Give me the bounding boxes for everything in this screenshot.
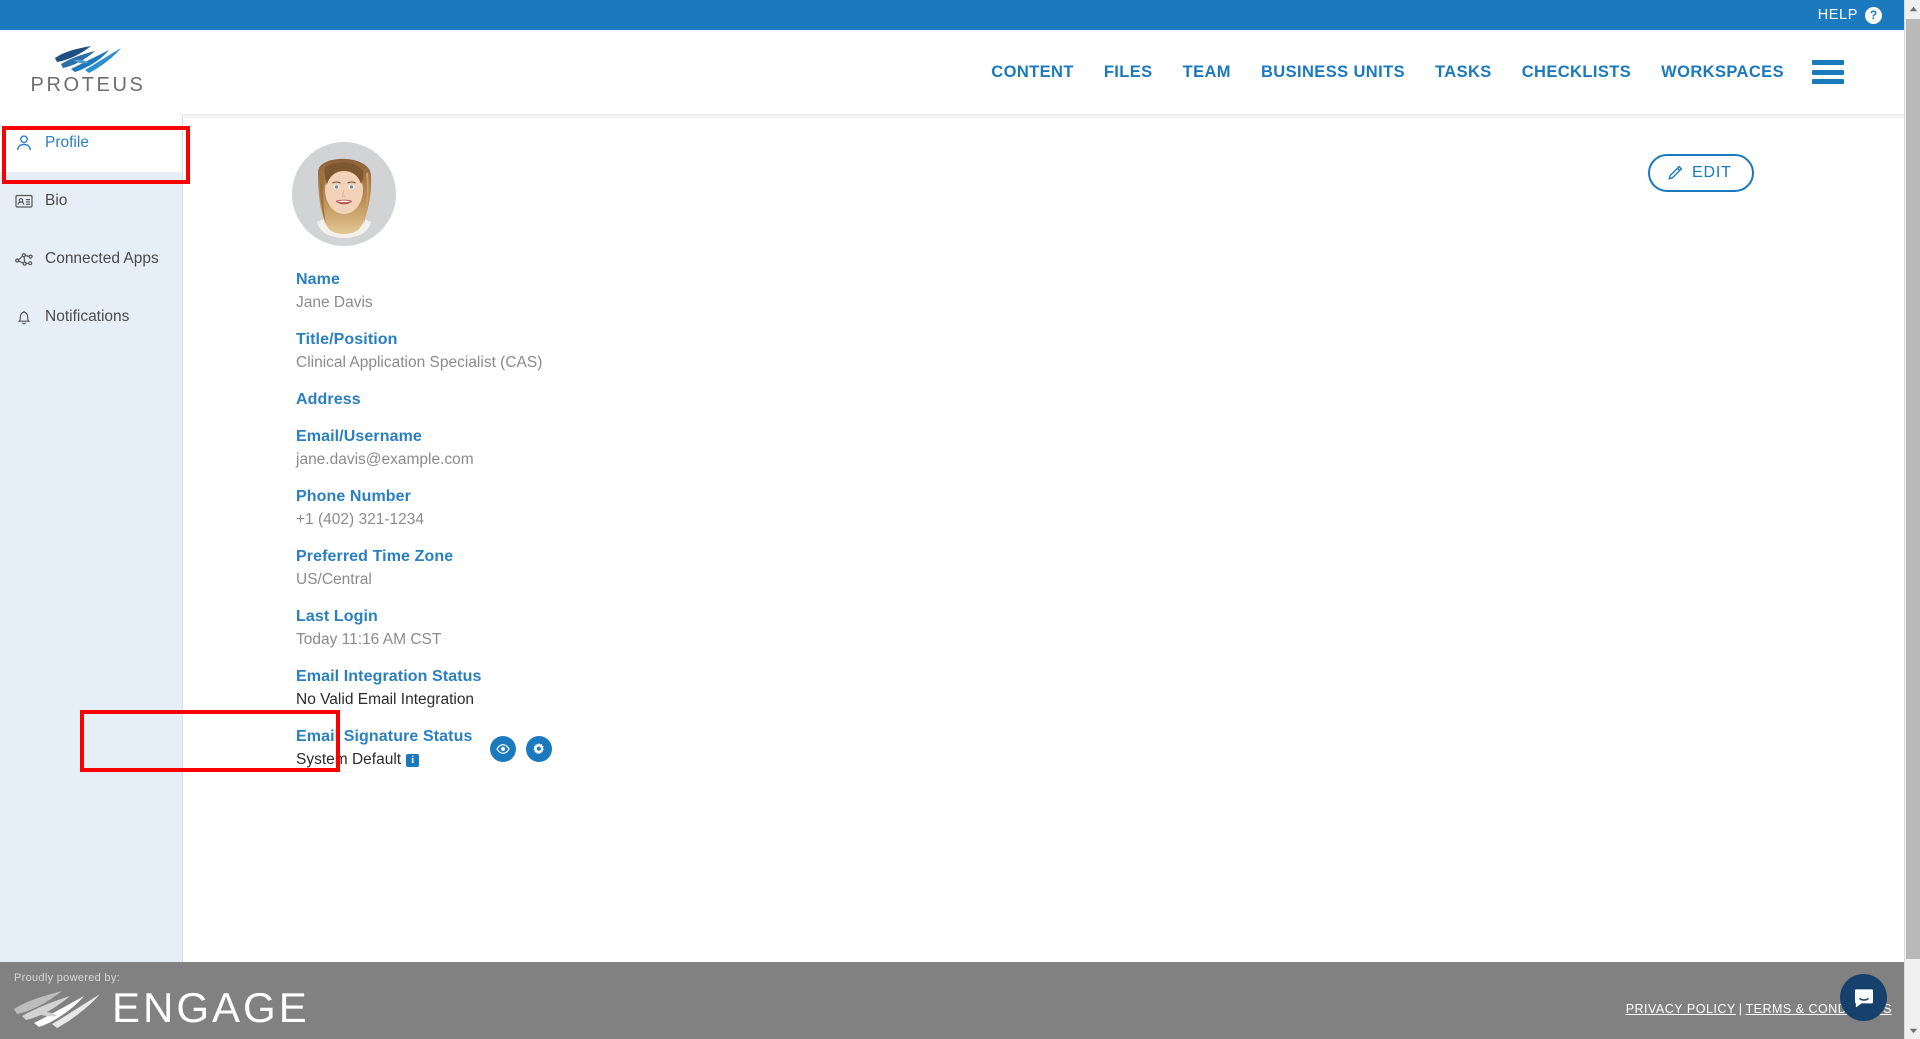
sidebar-item-label-connected-apps: Connected Apps xyxy=(45,250,159,268)
field-value: jane.davis@example.com xyxy=(296,449,996,470)
nav-item-files[interactable]: FILES xyxy=(1104,63,1153,82)
sidebar-item-label-notifications: Notifications xyxy=(45,308,129,326)
chat-bubble-icon xyxy=(1852,986,1876,1010)
gear-icon xyxy=(531,741,547,757)
nav-item-checklists[interactable]: CHECKLISTS xyxy=(1522,63,1631,82)
field-label: Title/Position xyxy=(296,329,996,350)
field-label: Preferred Time Zone xyxy=(296,546,996,567)
nav-item-content[interactable]: CONTENT xyxy=(991,63,1074,82)
engage-feather-logo xyxy=(8,985,104,1031)
field-phone-number: Phone Number +1 (402) 321-1234 xyxy=(296,486,996,530)
scroll-up-arrow-icon[interactable] xyxy=(1905,0,1920,17)
engage-logo: ENGAGE xyxy=(8,984,310,1032)
avatar[interactable] xyxy=(292,142,396,246)
field-value: +1 (402) 321-1234 xyxy=(296,509,996,530)
field-email-username: Email/Username jane.davis@example.com xyxy=(296,426,996,470)
help-label: HELP xyxy=(1818,7,1858,23)
field-preferred-time-zone: Preferred Time Zone US/Central xyxy=(296,546,996,590)
sidebar-item-label-bio: Bio xyxy=(45,192,67,210)
nav-item-business-units[interactable]: BUSINESS UNITS xyxy=(1261,63,1405,82)
field-label: Email/Username xyxy=(296,426,996,447)
scroll-down-arrow-icon[interactable] xyxy=(1905,1022,1920,1039)
field-value: No Valid Email Integration xyxy=(296,689,996,710)
field-value: US/Central xyxy=(296,569,996,590)
field-title-position: Title/Position Clinical Application Spec… xyxy=(296,329,996,373)
profile-photo xyxy=(292,142,396,246)
primary-navigation: CONTENT FILES TEAM BUSINESS UNITS TASKS … xyxy=(991,30,1784,114)
page-scrollbar[interactable] xyxy=(1904,0,1920,1039)
hamburger-menu-icon[interactable] xyxy=(1812,60,1844,84)
site-header: PROTEUS CONTENT FILES TEAM BUSINESS UNIT… xyxy=(0,30,1904,114)
sidebar-item-profile[interactable]: Profile xyxy=(0,114,182,172)
engage-wordmark: ENGAGE xyxy=(112,984,310,1032)
signature-value-row: System Default i xyxy=(296,749,472,770)
field-value: Clinical Application Specialist (CAS) xyxy=(296,352,996,373)
field-label: Address xyxy=(296,389,996,410)
eye-icon xyxy=(495,741,511,757)
question-mark-circle-icon: ? xyxy=(1865,7,1882,24)
user-icon xyxy=(14,133,34,153)
nav-item-team[interactable]: TEAM xyxy=(1183,63,1231,82)
settings-sidebar: Profile Bio xyxy=(0,114,183,962)
nav-item-tasks[interactable]: TASKS xyxy=(1435,63,1492,82)
field-last-login: Last Login Today 11:16 AM CST xyxy=(296,606,996,650)
brand-wordmark: PROTEUS xyxy=(31,74,146,97)
preview-signature-button[interactable] xyxy=(490,736,516,762)
id-card-icon xyxy=(14,191,34,211)
edit-button-label: EDIT xyxy=(1692,164,1732,182)
field-label: Name xyxy=(296,269,996,290)
network-nodes-icon xyxy=(14,249,34,269)
privacy-policy-link[interactable]: PRIVACY POLICY xyxy=(1626,1002,1736,1016)
scrollbar-thumb[interactable] xyxy=(1906,19,1920,959)
nav-item-workspaces[interactable]: WORKSPACES xyxy=(1661,63,1784,82)
sidebar-item-notifications[interactable]: Notifications xyxy=(0,288,182,346)
utility-top-bar: HELP ? xyxy=(0,0,1904,30)
field-name: Name Jane Davis xyxy=(296,269,996,313)
chat-widget-button[interactable] xyxy=(1840,974,1887,1021)
body-area: Profile Bio xyxy=(0,114,1904,962)
signature-actions xyxy=(490,736,552,762)
field-value: Jane Davis xyxy=(296,292,996,313)
app-root: HELP ? PROTEUS CONTENT FILES TEAM BUSINE… xyxy=(0,0,1920,1039)
field-email-integration-status: Email Integration Status No Valid Email … xyxy=(296,666,996,710)
sidebar-item-connected-apps[interactable]: Connected Apps xyxy=(0,230,182,288)
proteus-feather-logo xyxy=(51,42,125,76)
info-icon[interactable]: i xyxy=(406,754,419,767)
help-button[interactable]: HELP ? xyxy=(1818,7,1882,24)
bell-icon xyxy=(14,307,34,327)
edit-button[interactable]: EDIT xyxy=(1648,154,1754,192)
field-address: Address xyxy=(296,389,996,410)
signature-settings-button[interactable] xyxy=(526,736,552,762)
field-email-signature-status: Email Signature Status System Default i xyxy=(296,726,996,770)
field-value: Today 11:16 AM CST xyxy=(296,629,996,650)
sidebar-item-bio[interactable]: Bio xyxy=(0,172,182,230)
site-footer: Proudly powered by: ENGAGE xyxy=(0,962,1904,1039)
signature-texts: Email Signature Status System Default i xyxy=(296,726,472,770)
field-label: Phone Number xyxy=(296,486,996,507)
field-label: Last Login xyxy=(296,606,996,627)
pencil-icon xyxy=(1666,164,1684,182)
main-top-shadow xyxy=(184,114,1904,120)
field-value: System Default xyxy=(296,751,401,768)
brand-logo[interactable]: PROTEUS xyxy=(28,42,148,108)
sidebar-item-label-profile: Profile xyxy=(45,134,89,152)
field-label: Email Signature Status xyxy=(296,726,472,747)
field-label: Email Integration Status xyxy=(296,666,996,687)
profile-fields: Name Jane Davis Title/Position Clinical … xyxy=(296,269,996,786)
powered-by-label: Proudly powered by: xyxy=(14,972,120,984)
profile-main-panel: EDIT Name Jane Davis Title/Position Clin… xyxy=(184,114,1904,962)
